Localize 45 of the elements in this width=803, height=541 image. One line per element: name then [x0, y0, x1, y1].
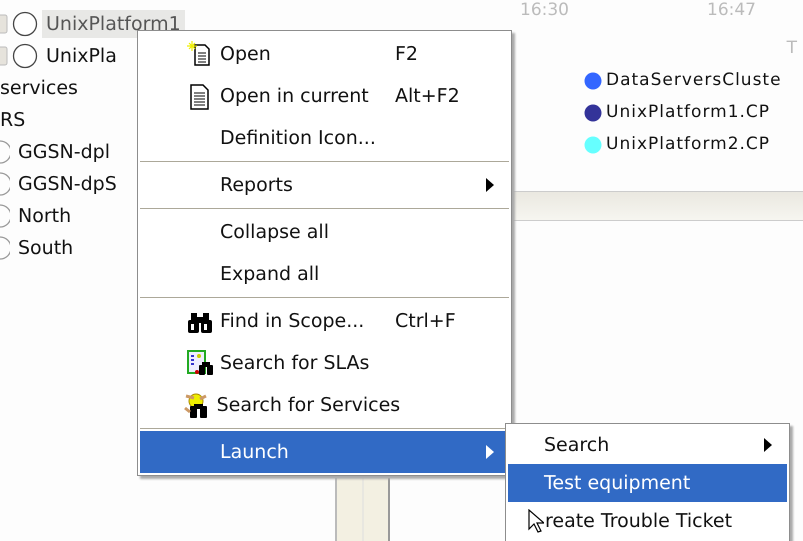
menu-item[interactable]: Search	[508, 426, 787, 464]
menu-label: reate Trouble Ticket	[544, 508, 734, 534]
tree-item[interactable]: GGSN-dpl	[14, 138, 114, 166]
menu-label: Test equipment	[544, 470, 692, 496]
tree-item[interactable]: UnixPlatform1	[42, 10, 185, 38]
menu-item[interactable]: Open in current Alt+F2	[140, 75, 509, 117]
status-circle-icon	[12, 43, 38, 69]
tree-item[interactable]: UnixPla	[42, 42, 121, 70]
menu-item[interactable]: reate Trouble Ticket	[508, 502, 787, 540]
chart-title: T	[786, 36, 797, 60]
menu-label: Reports	[220, 172, 294, 198]
menu-item[interactable]: Reports	[140, 164, 509, 206]
tree-item[interactable]: South	[14, 234, 78, 262]
menu-item[interactable]: Find in Scope... Ctrl+F	[140, 300, 509, 342]
time-axis-label: 16:30	[520, 0, 569, 22]
legend-label: UnixPlatform1.CP	[606, 101, 770, 124]
menu-label: Open in current	[220, 84, 370, 109]
menu-label: Search for Services	[216, 392, 400, 418]
menu-label: Collapse all	[220, 220, 330, 245]
menu-label: Search for SLAs	[220, 350, 370, 376]
menu-item[interactable]: Expand all	[140, 253, 509, 295]
menu-item[interactable]: Definition Icon...	[140, 117, 509, 159]
menu-label: Find in Scope...	[220, 308, 366, 334]
time-axis-label: 16:47	[707, 0, 756, 22]
legend-label: UnixPlatform2.CP	[606, 133, 770, 156]
tree-item[interactable]: GGSN-dpS	[14, 170, 121, 198]
shortcut-label: Alt+F2	[395, 84, 461, 109]
tree-item[interactable]: North	[14, 202, 76, 230]
shortcut-label: Ctrl+F	[395, 308, 457, 334]
shortcut-label: F2	[395, 42, 420, 67]
splitter-bar[interactable]	[335, 478, 390, 541]
menu-label: Launch	[220, 440, 290, 465]
status-circle-icon	[12, 11, 38, 37]
menu-label: Definition Icon...	[220, 126, 377, 151]
tree-item[interactable]: services	[0, 74, 82, 102]
menu-item[interactable]: Search for Services	[140, 384, 509, 426]
menu-item[interactable]: Collapse all	[140, 211, 509, 253]
tree-item[interactable]: RS	[0, 106, 30, 134]
menu-label: Search	[544, 432, 610, 458]
sla-search-icon	[187, 350, 214, 376]
menu-item[interactable]: Search for SLAs	[140, 342, 509, 384]
legend-label: DataServersCluste	[606, 69, 782, 92]
menu-item[interactable]: Test equipment	[508, 464, 787, 502]
menu-label: Expand all	[220, 262, 320, 287]
menu-label: Open	[220, 42, 272, 67]
